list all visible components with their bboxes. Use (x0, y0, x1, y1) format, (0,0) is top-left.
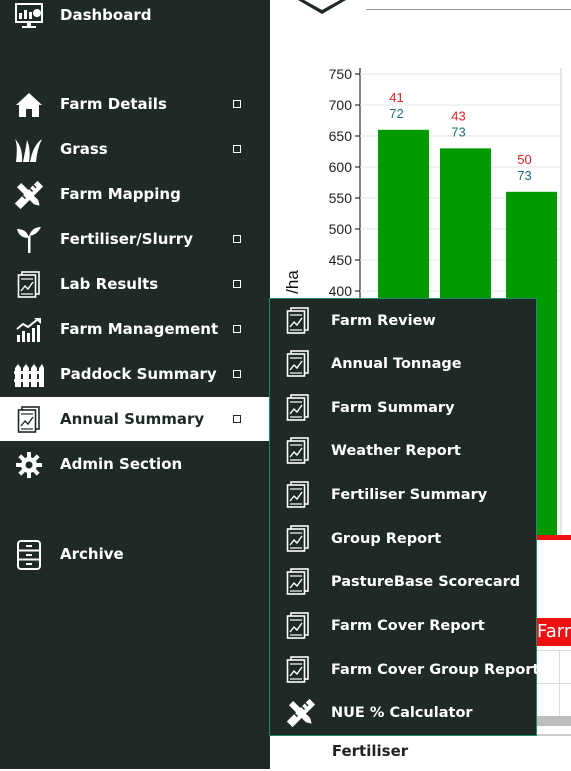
sidebar-item-dashboard[interactable]: Dashboard (0, 0, 270, 37)
table-fragment (535, 650, 571, 717)
submenu-item-pasturebase-scorecard[interactable]: PastureBase Scorecard (270, 560, 536, 603)
sidebar-item-label: Farm Management (60, 320, 219, 338)
grass-icon (14, 136, 44, 164)
submenu-item-label: Fertiliser Summary (331, 486, 488, 503)
data-label-top: 50 (517, 152, 531, 167)
cabinet-icon (14, 540, 44, 570)
report-icon (286, 481, 312, 509)
data-label-bottom: 73 (451, 124, 465, 139)
submenu-item-farm-cover-report[interactable]: Farm Cover Report (270, 604, 536, 647)
horizontal-scrollbar[interactable] (535, 716, 571, 726)
sidebar-item-label: Farm Details (60, 95, 167, 113)
dashboard-icon (14, 2, 44, 30)
y-axis-label: /ha (283, 270, 302, 294)
expand-indicator-icon (233, 145, 241, 153)
sidebar-item-label: Grass (60, 140, 108, 158)
sidebar-item-label: Paddock Summary (60, 365, 217, 383)
fence-icon (14, 361, 44, 389)
data-label-bottom: 72 (389, 106, 403, 121)
pencil-ruler-icon (286, 698, 316, 728)
expand-indicator-icon (233, 325, 241, 333)
pencil-ruler-icon (14, 181, 44, 209)
y-tick-label: 600 (329, 159, 353, 175)
sidebar-item-label: Lab Results (60, 275, 159, 293)
sidebar-item-label: Archive (60, 545, 124, 563)
submenu-item-farm-cover-group-report[interactable]: Farm Cover Group Report (270, 648, 540, 691)
submenu-item-label: Weather Report (331, 442, 461, 459)
table-grid-line (559, 651, 560, 717)
submenu-item-nue-calculator[interactable]: NUE % Calculator (270, 691, 536, 734)
sidebar-item-label: Farm Mapping (60, 185, 181, 203)
sidebar-item-farm-mapping[interactable]: Farm Mapping (0, 172, 270, 216)
sidebar-item-paddock-summary[interactable]: Paddock Summary (0, 352, 270, 396)
report-icon (286, 307, 312, 335)
y-tick-label: 650 (329, 128, 353, 144)
submenu-item-label: Group Report (331, 530, 442, 547)
submenu-item-label: Farm Cover Report (331, 617, 485, 634)
farm-tag-label: Farm (537, 621, 571, 642)
submenu-item-label: PastureBase Scorecard (331, 573, 521, 590)
submenu-item-farm-review[interactable]: Farm Review (270, 299, 536, 342)
y-tick-label: 550 (329, 190, 353, 206)
baseline-marker (534, 535, 571, 540)
report-icon (286, 612, 312, 640)
sidebar-item-label: Fertiliser/Slurry (60, 230, 193, 248)
sidebar-item-annual-summary[interactable]: Annual Summary (0, 397, 270, 441)
submenu-item-fertiliser-summary[interactable]: Fertiliser Summary (270, 473, 536, 516)
report-icon (286, 525, 312, 553)
house-icon (14, 91, 44, 119)
submenu-item-farm-summary[interactable]: Farm Summary (270, 386, 536, 429)
data-label-top: 41 (389, 90, 403, 105)
expand-indicator-icon (233, 370, 241, 378)
report-icon (286, 656, 312, 684)
gear-icon (14, 451, 44, 479)
data-label-top: 43 (451, 108, 465, 123)
sidebar-item-farm-management[interactable]: Farm Management (0, 307, 270, 351)
fertiliser-label: Fertiliser (331, 742, 409, 760)
sidebar-item-archive[interactable]: Archive (0, 532, 270, 576)
fertiliser-section-header: Fertiliser (270, 734, 571, 771)
submenu-item-weather-report[interactable]: Weather Report (270, 429, 536, 472)
report-icon (286, 394, 312, 422)
report-icon (286, 350, 312, 378)
sidebar-item-fertiliser-slurry[interactable]: Fertiliser/Slurry (0, 217, 270, 261)
expand-indicator-icon (233, 415, 241, 423)
report-icon (286, 568, 312, 596)
growth-chart-icon (14, 316, 44, 344)
sidebar-item-grass[interactable]: Grass (0, 127, 270, 171)
submenu-item-label: Annual Tonnage (331, 355, 462, 372)
expand-indicator-icon (233, 100, 241, 108)
sidebar-item-label: Annual Summary (60, 410, 205, 428)
submenu-item-label: Farm Summary (331, 399, 455, 416)
table-grid-line (535, 683, 571, 684)
sidebar-item-lab-results[interactable]: Lab Results (0, 262, 270, 306)
data-label-bottom: 73 (517, 168, 531, 183)
sidebar-item-label: Admin Section (60, 455, 183, 473)
sidebar: Dashboard Farm Details Grass Farm Mappin… (0, 0, 270, 769)
submenu-item-group-report[interactable]: Group Report (270, 517, 536, 560)
annual-summary-submenu: Farm Review Annual Tonnage Farm Summary … (269, 298, 540, 736)
y-tick-label: 400 (329, 283, 353, 299)
y-tick-label: 700 (329, 97, 353, 113)
y-tick-label: 450 (329, 252, 353, 268)
submenu-item-annual-tonnage[interactable]: Annual Tonnage (270, 342, 536, 385)
submenu-item-label: Farm Cover Group Report (331, 661, 540, 678)
sidebar-item-admin-section[interactable]: Admin Section (0, 442, 270, 486)
y-tick-label: 500 (329, 221, 353, 237)
expand-indicator-icon (233, 280, 241, 288)
report-icon (286, 437, 312, 465)
sidebar-item-label: Dashboard (60, 6, 152, 24)
farm-tag: Farm (535, 618, 571, 646)
sprout-icon (14, 226, 44, 254)
report-icon (14, 406, 44, 434)
expand-indicator-icon (233, 235, 241, 243)
report-icon (14, 271, 44, 299)
submenu-item-label: NUE % Calculator (331, 704, 473, 721)
y-tick-label: 750 (329, 66, 353, 82)
submenu-item-label: Farm Review (331, 312, 436, 329)
sidebar-item-farm-details[interactable]: Farm Details (0, 82, 270, 126)
